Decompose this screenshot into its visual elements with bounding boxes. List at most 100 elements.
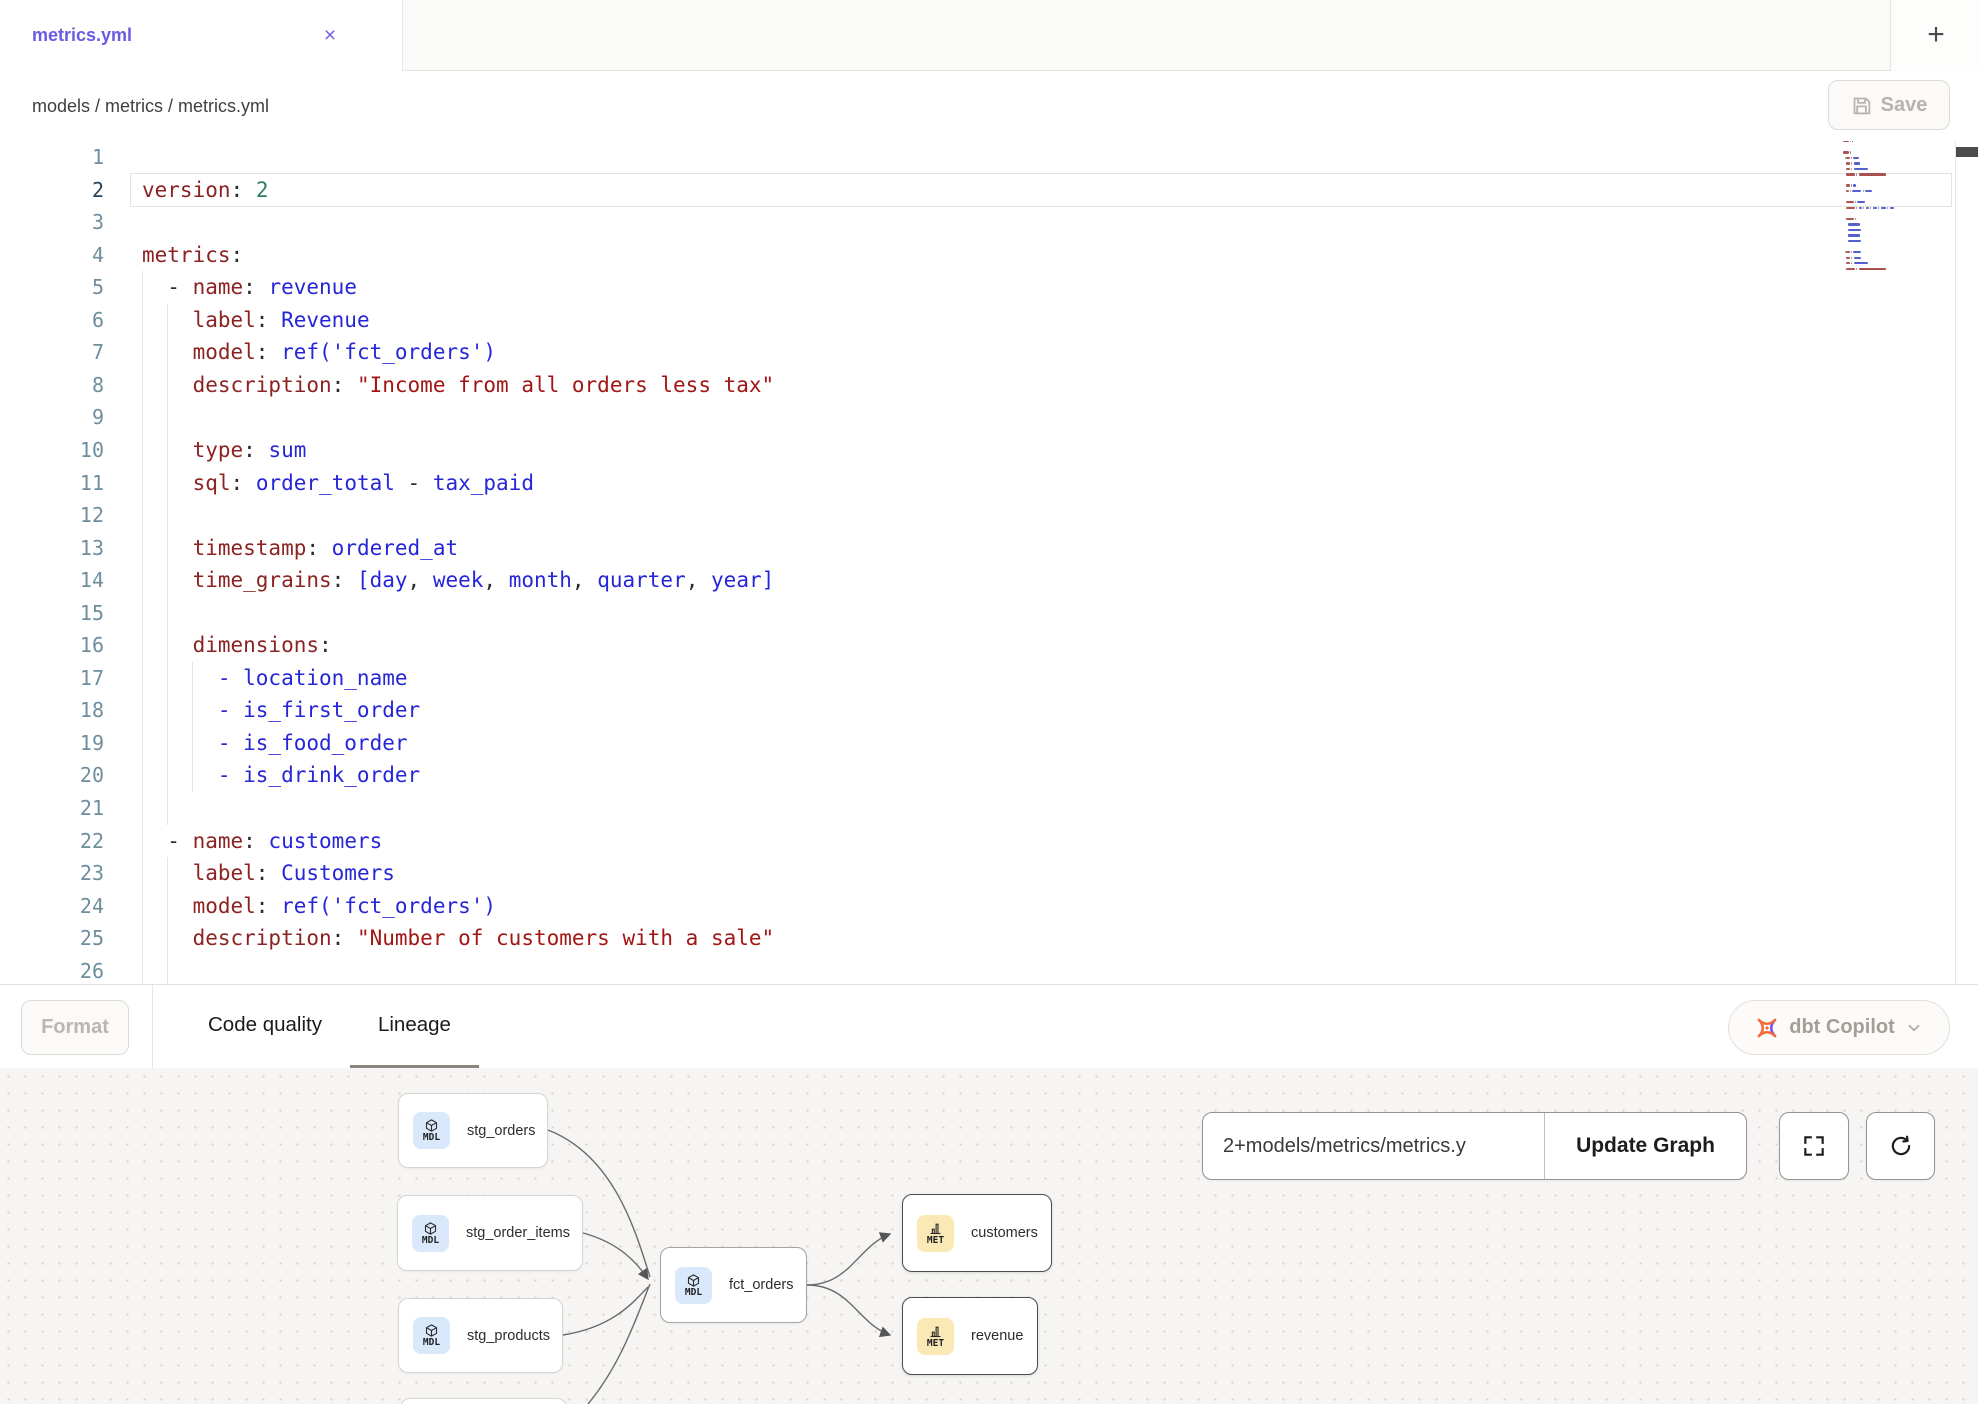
code-text: description: "Number of customers with a… bbox=[142, 922, 774, 955]
line-number: 10 bbox=[0, 434, 104, 467]
node-stg-orders[interactable]: MDL stg_orders bbox=[398, 1093, 548, 1168]
line-number: 9 bbox=[0, 401, 104, 434]
code-line[interactable]: 26 bbox=[0, 955, 1978, 984]
code-line[interactable]: 16 dimensions: bbox=[0, 629, 1978, 662]
code-text: time_grains: [day, week, month, quarter,… bbox=[142, 564, 774, 597]
refresh-button[interactable] bbox=[1866, 1112, 1935, 1180]
code-text: type: sum bbox=[142, 434, 306, 467]
node-label: stg_order_items bbox=[466, 1225, 570, 1241]
code-line[interactable]: 22 - name: customers bbox=[0, 825, 1978, 858]
code-text: version: 2 bbox=[142, 174, 268, 207]
node-label: stg_orders bbox=[467, 1123, 536, 1139]
code-line[interactable]: 10 type: sum bbox=[0, 434, 1978, 467]
node-stg-order-items[interactable]: MDL stg_order_items bbox=[397, 1195, 583, 1271]
code-line[interactable]: 12 bbox=[0, 499, 1978, 532]
code-text: - name: customers bbox=[142, 825, 382, 858]
dbt-copilot-button[interactable]: dbt Copilot bbox=[1728, 1000, 1950, 1055]
chevron-down-icon bbox=[1905, 1019, 1923, 1037]
code-text: - location_name bbox=[142, 662, 408, 695]
code-editor[interactable]: 12 version: 234metrics:5 - name: revenue6… bbox=[0, 141, 1978, 984]
metric-badge: MET bbox=[917, 1318, 954, 1355]
line-number: 22 bbox=[0, 825, 104, 858]
code-line[interactable]: 24 model: ref('fct_orders') bbox=[0, 890, 1978, 923]
save-icon bbox=[1851, 95, 1872, 116]
bar-chart-icon bbox=[928, 1221, 943, 1236]
close-icon[interactable]: × bbox=[315, 21, 345, 51]
badge-kind: MET bbox=[927, 1339, 944, 1349]
code-line[interactable]: 1 bbox=[0, 141, 1978, 174]
tab-metrics-yml[interactable]: metrics.yml × bbox=[0, 0, 402, 71]
code-line[interactable]: 4metrics: bbox=[0, 239, 1978, 272]
node-fct-orders[interactable]: MDL fct_orders bbox=[660, 1247, 807, 1323]
line-number: 2 bbox=[0, 174, 104, 207]
tab-code-quality[interactable]: Code quality bbox=[180, 985, 350, 1069]
code-line[interactable]: 14 time_grains: [day, week, month, quart… bbox=[0, 564, 1978, 597]
node-label: fct_orders bbox=[729, 1277, 793, 1293]
node-partial[interactable] bbox=[400, 1398, 567, 1404]
node-stg-products[interactable]: MDL stg_products bbox=[398, 1298, 563, 1373]
fullscreen-icon bbox=[1801, 1133, 1827, 1159]
line-number: 18 bbox=[0, 694, 104, 727]
code-line[interactable]: 11 sql: order_total - tax_paid bbox=[0, 467, 1978, 500]
fullscreen-button[interactable] bbox=[1779, 1112, 1849, 1180]
node-label: customers bbox=[971, 1225, 1038, 1241]
code-line[interactable]: 13 timestamp: ordered_at bbox=[0, 532, 1978, 565]
code-text: timestamp: ordered_at bbox=[142, 532, 458, 565]
badge-kind: MDL bbox=[423, 1133, 440, 1143]
node-revenue[interactable]: MET revenue bbox=[902, 1297, 1038, 1375]
node-customers[interactable]: MET customers bbox=[902, 1194, 1052, 1272]
toolbar-divider bbox=[152, 985, 153, 1069]
line-number: 11 bbox=[0, 467, 104, 500]
code-text: - is_first_order bbox=[142, 694, 420, 727]
lineage-filter-input[interactable] bbox=[1203, 1113, 1545, 1179]
code-line[interactable]: 18 - is_first_order bbox=[0, 694, 1978, 727]
tab-lineage[interactable]: Lineage bbox=[350, 985, 479, 1069]
code-line[interactable]: 23 label: Customers bbox=[0, 857, 1978, 890]
line-number: 14 bbox=[0, 564, 104, 597]
line-number: 16 bbox=[0, 629, 104, 662]
code-line[interactable]: 21 bbox=[0, 792, 1978, 825]
code-text: label: Customers bbox=[142, 857, 395, 890]
node-label: stg_products bbox=[467, 1328, 550, 1344]
tab-bar: metrics.yml × + bbox=[0, 0, 1978, 71]
badge-kind: MDL bbox=[422, 1236, 439, 1246]
code-line[interactable]: 19 - is_food_order bbox=[0, 727, 1978, 760]
code-line[interactable]: 2 version: 2 bbox=[0, 174, 1978, 207]
breadcrumb: models / metrics / metrics.yml bbox=[32, 71, 269, 141]
line-number: 8 bbox=[0, 369, 104, 402]
line-number: 26 bbox=[0, 955, 104, 984]
model-badge: MDL bbox=[675, 1267, 712, 1304]
line-number: 20 bbox=[0, 759, 104, 792]
badge-kind: MET bbox=[927, 1236, 944, 1246]
code-text: model: ref('fct_orders') bbox=[142, 890, 496, 923]
code-text: description: "Income from all orders les… bbox=[142, 369, 774, 402]
new-tab-button[interactable]: + bbox=[1918, 18, 1954, 54]
line-number: 15 bbox=[0, 597, 104, 630]
badge-kind: MDL bbox=[685, 1288, 702, 1298]
minimap[interactable] bbox=[1843, 141, 1949, 277]
lineage-canvas[interactable]: MDL stg_orders MDL stg_order_items MDL s… bbox=[0, 1068, 1978, 1404]
code-text: sql: order_total - tax_paid bbox=[142, 467, 534, 500]
line-number: 6 bbox=[0, 304, 104, 337]
scrollbar-handle[interactable] bbox=[1956, 147, 1978, 157]
code-line[interactable]: 5 - name: revenue bbox=[0, 271, 1978, 304]
tab-strip-background bbox=[402, 0, 1890, 71]
model-badge: MDL bbox=[413, 1317, 450, 1354]
save-label: Save bbox=[1881, 94, 1928, 117]
save-button[interactable]: Save bbox=[1828, 80, 1950, 130]
code-line[interactable]: 25 description: "Number of customers wit… bbox=[0, 922, 1978, 955]
code-text: metrics: bbox=[142, 239, 243, 272]
format-button[interactable]: Format bbox=[21, 1000, 129, 1055]
code-line[interactable]: 3 bbox=[0, 206, 1978, 239]
code-line[interactable]: 15 bbox=[0, 597, 1978, 630]
code-line[interactable]: 8 description: "Income from all orders l… bbox=[0, 369, 1978, 402]
code-line[interactable]: 6 label: Revenue bbox=[0, 304, 1978, 337]
dbt-copilot-label: dbt Copilot bbox=[1789, 1016, 1895, 1039]
code-text: - is_drink_order bbox=[142, 759, 420, 792]
code-line[interactable]: 17 - location_name bbox=[0, 662, 1978, 695]
update-graph-button[interactable]: Update Graph bbox=[1545, 1113, 1746, 1179]
code-text: - name: revenue bbox=[142, 271, 357, 304]
code-line[interactable]: 7 model: ref('fct_orders') bbox=[0, 336, 1978, 369]
code-line[interactable]: 20 - is_drink_order bbox=[0, 759, 1978, 792]
code-line[interactable]: 9 bbox=[0, 401, 1978, 434]
